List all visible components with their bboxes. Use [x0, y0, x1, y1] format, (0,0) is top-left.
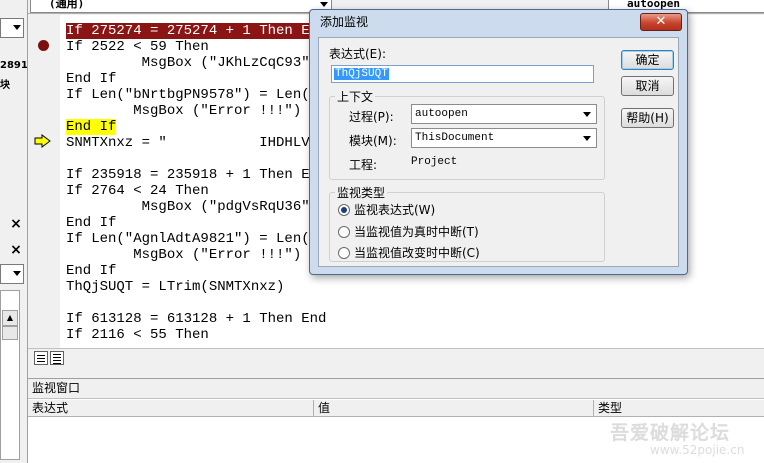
column-header-type[interactable]: 类型: [594, 400, 764, 417]
watermark-url: www.52pojie.cn: [650, 443, 745, 457]
help-button[interactable]: 帮助(H): [621, 108, 674, 128]
code-line[interactable]: ThQjSUQT = LTrim(SNMTXnxz): [66, 279, 284, 295]
expression-input[interactable]: ThQjSUQT: [331, 65, 594, 83]
dialog-titlebar[interactable]: 添加监视: [310, 10, 687, 34]
code-line[interactable]: If Len("AgnlAdtA9821") = Len("l: [66, 231, 326, 247]
radio-selected-icon[interactable]: [338, 204, 350, 216]
left-panel-value: 2891: [0, 60, 28, 71]
properties-combo[interactable]: [0, 264, 24, 284]
project-value: Project: [411, 156, 458, 168]
context-group-title: 上下文: [335, 88, 376, 105]
chevron-down-icon: [13, 271, 21, 276]
code-line[interactable]: MsgBox ("Error !!!"): [66, 247, 301, 263]
full-module-view-icon[interactable]: [50, 351, 64, 365]
dialog-title: 添加监视: [320, 15, 369, 29]
chevron-down-icon: [13, 25, 21, 30]
code-line[interactable]: End If: [66, 215, 116, 231]
cancel-button[interactable]: 取消: [621, 76, 674, 96]
chevron-down-icon: [320, 2, 328, 7]
expression-input-value: ThQjSUQT: [334, 68, 389, 80]
scroll-up-icon[interactable]: ▲: [2, 310, 18, 326]
breakpoint-icon[interactable]: [38, 40, 49, 51]
code-line[interactable]: MsgBox ("JKhLzCqC93"): [66, 55, 318, 71]
radio-break-when-changed[interactable]: 当监视值改变时中断(C): [338, 244, 480, 260]
watch-type-group-title: 监视类型: [335, 184, 388, 201]
code-line[interactable]: End If: [66, 119, 117, 135]
object-combo-value: (通用): [49, 0, 85, 10]
close-button[interactable]: ✕: [640, 13, 682, 31]
radio-unselected-icon[interactable]: [338, 226, 350, 238]
context-group: 上下文 过程(P): autoopen 模块(M): ThisDocument …: [329, 88, 605, 180]
scroll-thumb[interactable]: [2, 326, 18, 340]
code-margin[interactable]: [28, 15, 60, 348]
code-line[interactable]: If 2116 < 55 Then: [66, 327, 209, 343]
expression-label: 表达式(E):: [329, 47, 386, 61]
module-select[interactable]: ThisDocument: [411, 128, 597, 148]
radio-label: 当监视值改变时中断(C): [354, 246, 480, 260]
watch-type-group: 监视类型 监视表达式(W) 当监视值为真时中断(T) 当监视值改变时中断(C): [329, 184, 605, 262]
module-select-value: ThisDocument: [415, 132, 495, 144]
code-line[interactable]: If 2522 < 59 Then: [66, 39, 209, 55]
module-label: 模块(M):: [349, 134, 397, 148]
code-footer: [28, 348, 764, 366]
code-line[interactable]: If 275274 = 275274 + 1 Then End: [66, 23, 331, 39]
watch-table-header: 表达式 值 类型: [28, 400, 764, 417]
procedure-view-icon[interactable]: [34, 351, 48, 365]
chevron-down-icon: [583, 112, 591, 117]
column-header-value[interactable]: 值: [314, 400, 594, 417]
object-combo[interactable]: (通用): [30, 0, 332, 13]
close-icon[interactable]: ×: [8, 216, 24, 232]
radio-unselected-icon[interactable]: [338, 247, 350, 259]
procedure-label: 过程(P):: [349, 110, 394, 124]
current-line-arrow-icon: [34, 134, 51, 148]
code-line[interactable]: If 2764 < 24 Then: [66, 183, 209, 199]
watch-window-title: 监视窗口: [28, 379, 764, 399]
code-line[interactable]: If Len("bNrtbgPN9578") = Len("l: [66, 87, 326, 103]
procedure-select-value: autoopen: [415, 108, 468, 120]
code-line[interactable]: End If: [66, 71, 116, 87]
radio-label: 当监视值为真时中断(T): [354, 225, 479, 239]
code-line[interactable]: MsgBox ("Error !!!"): [66, 103, 301, 119]
project-label: 工程:: [349, 158, 378, 172]
left-panel-strip: 2891 块 × × ▲: [0, 0, 28, 463]
radio-break-when-true[interactable]: 当监视值为真时中断(T): [338, 223, 479, 239]
left-panel-char: 块: [0, 80, 10, 91]
radio-label: 监视表达式(W): [354, 203, 436, 217]
code-line[interactable]: End If: [66, 263, 116, 279]
watermark-site-name: 吾爱破解论坛: [610, 422, 731, 444]
procedure-select[interactable]: autoopen: [411, 104, 597, 124]
ok-button[interactable]: 确定: [621, 50, 674, 70]
radio-watch-expression[interactable]: 监视表达式(W): [338, 201, 435, 217]
close-icon[interactable]: ×: [8, 242, 24, 258]
project-combo[interactable]: [0, 18, 24, 38]
dialog-body: 表达式(E): ThQjSUQT 上下文 过程(P): autoopen 模块(…: [318, 37, 679, 267]
chevron-down-icon: [583, 136, 591, 141]
code-line[interactable]: If 613128 = 613128 + 1 Then End: [66, 311, 326, 327]
code-line[interactable]: SNMTXnxz = " IHDHLV: [66, 135, 310, 151]
code-line[interactable]: If 235918 = 235918 + 1 Then End: [66, 167, 326, 183]
code-line[interactable]: MsgBox ("pdgVsRqU36"): [66, 199, 318, 215]
column-header-expression[interactable]: 表达式: [28, 400, 314, 417]
add-watch-dialog: 添加监视 ✕ 表达式(E): ThQjSUQT 上下文 过程(P): autoo…: [309, 9, 688, 275]
